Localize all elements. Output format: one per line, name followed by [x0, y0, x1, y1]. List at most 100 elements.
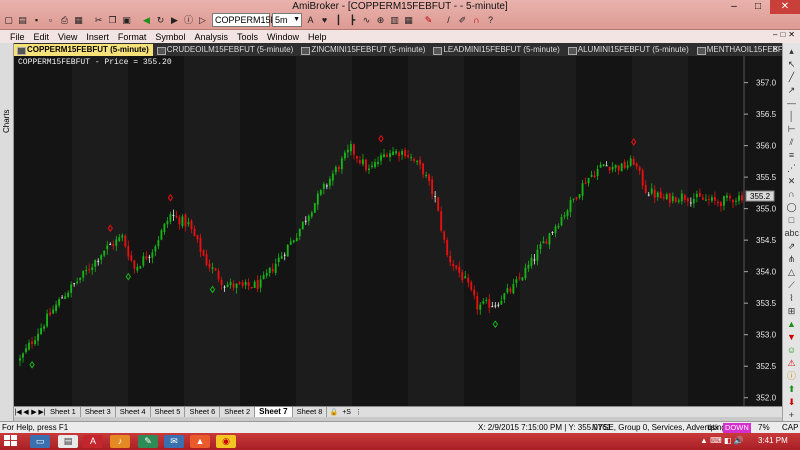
- auto-icon[interactable]: A: [304, 14, 317, 27]
- polyline-icon[interactable]: ⌇: [785, 292, 799, 305]
- maximize-button[interactable]: □: [746, 0, 770, 14]
- warning-icon[interactable]: ⚠: [785, 357, 799, 370]
- pencil-icon[interactable]: ✐: [456, 14, 469, 27]
- doc-tab-copper[interactable]: COPPERM15FEBFUT (5-minute): [14, 43, 153, 56]
- sheet-tab-5[interactable]: Sheet 5: [151, 407, 186, 417]
- refresh-icon[interactable]: ↻: [154, 14, 167, 27]
- sheet-tab-8[interactable]: Sheet 8: [293, 407, 328, 417]
- menu-tools[interactable]: Tools: [237, 32, 258, 42]
- acrobat-icon[interactable]: A: [83, 435, 103, 448]
- sheet-tab-3[interactable]: Sheet 3: [81, 407, 116, 417]
- last-sheet-icon[interactable]: ▶|: [38, 408, 46, 416]
- chrome-icon[interactable]: ◉: [216, 435, 236, 448]
- buy-arrow-icon[interactable]: ▲: [785, 318, 799, 331]
- interval-combo[interactable]: 5m ▼: [272, 13, 302, 27]
- paste-icon[interactable]: ▣: [120, 14, 133, 27]
- sheet-tab-7[interactable]: Sheet 7: [255, 407, 293, 417]
- arrow-icon[interactable]: ⇗: [785, 240, 799, 253]
- ellipse-icon[interactable]: ◯: [785, 201, 799, 214]
- new-file-icon[interactable]: ▢: [2, 14, 15, 27]
- layout-icon[interactable]: ▥: [388, 14, 401, 27]
- files-icon[interactable]: ▤: [58, 435, 78, 448]
- forward-icon[interactable]: ▷: [196, 14, 209, 27]
- doc-tab-aluminium[interactable]: ALUMINI15FEBFUT (5-minute): [565, 44, 693, 56]
- save-icon[interactable]: ▪: [30, 14, 43, 27]
- chart-line-icon[interactable]: ∿: [360, 14, 373, 27]
- menu-window[interactable]: Window: [267, 32, 299, 42]
- fib-fan-icon[interactable]: ⋰: [785, 162, 799, 175]
- prev-sheet-icon[interactable]: ◀: [22, 408, 30, 416]
- doc-tab-lead[interactable]: LEADMINI15FEBFUT (5-minute): [430, 44, 563, 56]
- charts-side-tab[interactable]: Charts: [0, 43, 14, 421]
- play-icon[interactable]: ▶: [168, 14, 181, 27]
- amibroker-taskbar-icon[interactable]: ▲: [190, 435, 210, 448]
- ray-icon[interactable]: ↗: [785, 84, 799, 97]
- scroll-sync-icon[interactable]: +S: [340, 409, 353, 416]
- notes-icon[interactable]: ✎: [138, 435, 158, 448]
- copy-icon[interactable]: ❐: [106, 14, 119, 27]
- rectangle-icon[interactable]: □: [785, 214, 799, 227]
- sheet-options-icon[interactable]: ⋮: [353, 408, 364, 416]
- trendline-icon[interactable]: ╱: [785, 71, 799, 84]
- doc-tab-crudeoil[interactable]: CRUDEOILM15FEBFUT (5-minute): [154, 44, 298, 56]
- sell-arrow-icon[interactable]: ▼: [785, 331, 799, 344]
- menu-edit[interactable]: Edit: [34, 32, 50, 42]
- horizontal-line-icon[interactable]: ―: [785, 97, 799, 110]
- symbol-combo[interactable]: COPPERM15FE ▼: [212, 13, 289, 27]
- cut-icon[interactable]: ✂: [92, 14, 105, 27]
- sheet-tab-6[interactable]: Sheet 6: [185, 407, 221, 417]
- media-icon[interactable]: ♪: [110, 435, 130, 448]
- menu-insert[interactable]: Insert: [86, 32, 109, 42]
- close-button[interactable]: ✕: [770, 0, 800, 14]
- close-tab-icon[interactable]: ✕: [771, 44, 779, 55]
- magnet-icon[interactable]: ∩: [470, 14, 483, 27]
- favorite-icon[interactable]: ♥: [318, 14, 331, 27]
- sheet-tab-2[interactable]: Sheet 2: [220, 407, 256, 417]
- channel-icon[interactable]: ⫽: [785, 136, 799, 149]
- menu-file[interactable]: File: [10, 32, 25, 42]
- scroll-up-icon[interactable]: ▴: [785, 45, 799, 58]
- explorer-icon[interactable]: ▭: [30, 435, 50, 448]
- chart-bar-icon[interactable]: ┣: [346, 14, 359, 27]
- mdi-window-controls[interactable]: –□✕: [773, 30, 798, 39]
- grid-icon[interactable]: ▦: [402, 14, 415, 27]
- text-icon[interactable]: abc: [785, 227, 800, 240]
- print-preview-icon[interactable]: ▦: [72, 14, 85, 27]
- smiley-icon[interactable]: ☺: [785, 344, 799, 357]
- fibonacci-icon[interactable]: ≡: [785, 149, 799, 162]
- horizontal-ray-icon[interactable]: ⊢: [785, 123, 799, 136]
- vertical-line-icon[interactable]: │: [785, 110, 799, 123]
- chat-icon[interactable]: ✉: [164, 435, 184, 448]
- doc-tab-zinc[interactable]: ZINCMINI15FEBFUT (5-minute): [298, 44, 429, 56]
- cycle-icon[interactable]: ∩: [785, 188, 799, 201]
- help-pointer-icon[interactable]: ?: [484, 14, 497, 27]
- price-chart[interactable]: 352.0 352.5 353.0 353.5 354.0 354.5 355.0 355.5…: [14, 56, 782, 406]
- start-button[interactable]: [4, 435, 18, 448]
- first-sheet-icon[interactable]: |◀: [14, 408, 22, 416]
- triangle-icon[interactable]: △: [785, 266, 799, 279]
- lock-icon[interactable]: 🔒: [327, 408, 340, 416]
- color-picker-icon[interactable]: ✎: [422, 14, 435, 27]
- sheet-tab-1[interactable]: Sheet 1: [46, 407, 81, 417]
- zoom-icon[interactable]: ⊕: [374, 14, 387, 27]
- chart-candle-icon[interactable]: ┃: [332, 14, 345, 27]
- system-tray[interactable]: ▲ ⌨ ◧ 🔊: [700, 436, 744, 445]
- print-icon[interactable]: ⎙: [58, 14, 71, 27]
- down-marker-icon[interactable]: ⬇: [785, 396, 799, 409]
- menu-analysis[interactable]: Analysis: [194, 32, 228, 42]
- info-marker-icon[interactable]: ⓘ: [785, 370, 799, 383]
- menu-view[interactable]: View: [58, 32, 77, 42]
- save-all-icon[interactable]: ▫: [44, 14, 57, 27]
- pitchfork-icon[interactable]: ⋔: [785, 253, 799, 266]
- menu-symbol[interactable]: Symbol: [155, 32, 185, 42]
- back-icon[interactable]: ◀: [140, 14, 153, 27]
- open-folder-icon[interactable]: ▤: [16, 14, 29, 27]
- select-arrow-icon[interactable]: ↖: [785, 58, 799, 71]
- info-icon[interactable]: ⓘ: [182, 14, 195, 27]
- price-label-icon[interactable]: ⊞: [785, 305, 799, 318]
- gann-icon[interactable]: ✕: [785, 175, 799, 188]
- menu-format[interactable]: Format: [118, 32, 147, 42]
- up-marker-icon[interactable]: ⬆: [785, 383, 799, 396]
- sheet-tab-4[interactable]: Sheet 4: [116, 407, 151, 417]
- minimize-button[interactable]: –: [722, 0, 746, 14]
